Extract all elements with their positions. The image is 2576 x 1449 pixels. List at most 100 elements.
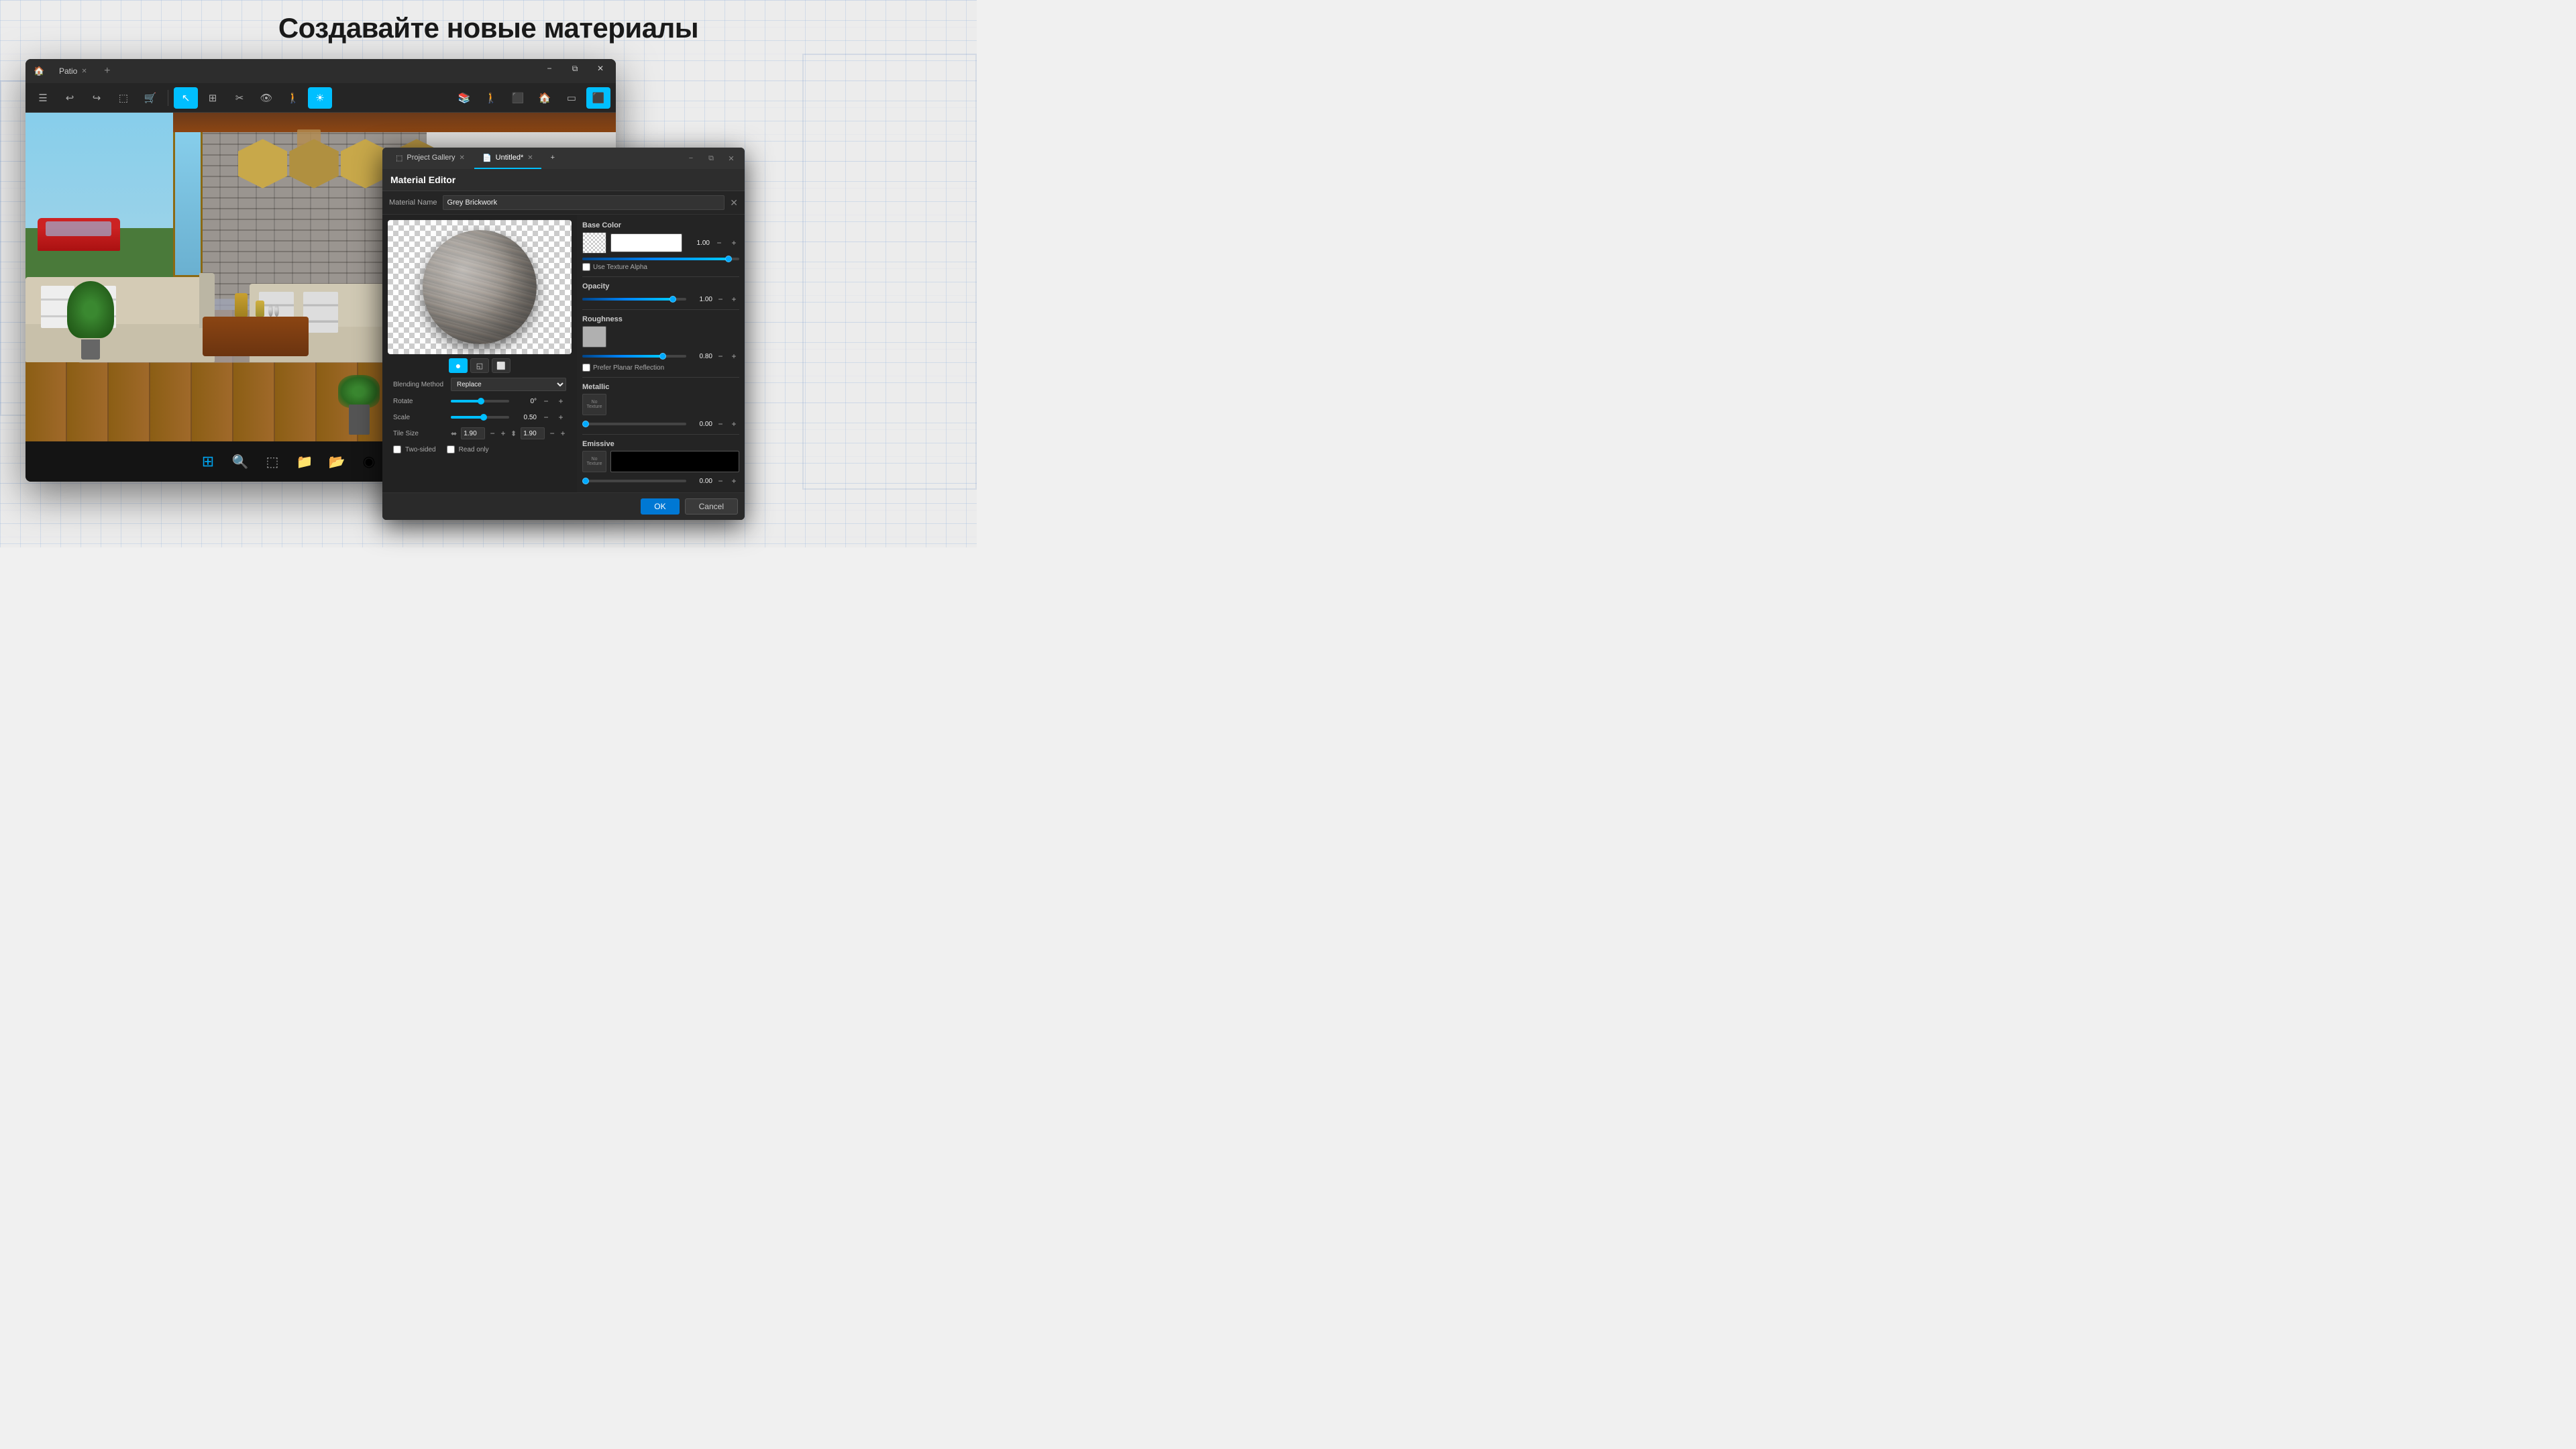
texture-preview [388, 220, 572, 354]
scissors-tool[interactable]: ✂ [227, 87, 252, 109]
yellow-folder-button[interactable]: 📂 [325, 449, 349, 474]
mannequin-button[interactable]: 🚶 [479, 87, 503, 109]
view-box-button[interactable]: ⬜ [492, 358, 511, 373]
planar-checkbox[interactable] [582, 364, 590, 372]
emissive-texture[interactable]: NoTexture [582, 451, 606, 472]
tab-new-button[interactable]: + [98, 62, 117, 80]
chrome-icon: ◉ [362, 453, 375, 470]
spheres [268, 305, 279, 317]
cancel-button[interactable]: Cancel [685, 498, 738, 515]
tab-project-gallery[interactable]: ⬚ Project Gallery ✕ [388, 148, 473, 169]
material-editor-panel: ⬚ Project Gallery ✕ 📄 Untitled* ✕ + − ⧉ … [382, 148, 745, 520]
opacity-plus[interactable]: + [729, 294, 739, 304]
blending-label: Blending Method [393, 381, 447, 388]
sun-tool[interactable]: ☀ [308, 87, 332, 109]
rotate-slider[interactable] [451, 400, 509, 402]
opacity-slider[interactable] [582, 298, 686, 301]
tile-x-minus[interactable]: − [489, 429, 496, 438]
base-minus[interactable]: − [714, 238, 724, 248]
roughness-plus[interactable]: + [729, 352, 739, 361]
base-color-slider[interactable] [582, 258, 739, 260]
untitled-tab-close[interactable]: ✕ [527, 154, 533, 162]
tab-close-icon[interactable]: ✕ [81, 68, 87, 75]
scale-plus[interactable]: + [555, 413, 566, 422]
opacity-minus[interactable]: − [715, 294, 726, 304]
file-explorer-button[interactable]: 📁 [292, 449, 317, 474]
emissive-value: 0.00 [689, 478, 712, 485]
search-button[interactable]: 🔍 [228, 449, 252, 474]
roughness-swatch[interactable] [582, 326, 606, 347]
task-view-button[interactable]: ⬚ [260, 449, 284, 474]
main-heading: Создавайте новые материалы [0, 12, 977, 44]
roughness-thumb [659, 353, 666, 360]
3d-box-button[interactable]: ⬛ [586, 87, 610, 109]
metallic-plus[interactable]: + [729, 419, 739, 429]
panel-minimize[interactable]: − [683, 150, 699, 166]
base-color-swatch[interactable] [610, 233, 682, 252]
windows-button[interactable]: ⊞ [196, 449, 220, 474]
tab-untitled[interactable]: 📄 Untitled* ✕ [474, 148, 541, 169]
undo-button[interactable]: ↩ [58, 87, 82, 109]
divider-1 [582, 276, 739, 277]
roughness-slider[interactable] [582, 355, 686, 358]
untitled-label: Untitled* [496, 154, 524, 162]
layout-icon: ⬛ [512, 92, 525, 104]
library-button[interactable]: 📚 [452, 87, 476, 109]
emissive-slider[interactable] [582, 480, 686, 482]
layout-button[interactable]: ⬛ [506, 87, 530, 109]
blending-row: Blending Method Replace [388, 376, 572, 393]
tile-x-plus[interactable]: + [500, 429, 506, 438]
metallic-value: 0.00 [689, 421, 712, 428]
rotate-minus[interactable]: − [541, 396, 551, 406]
delete-button[interactable]: ⬚ [111, 87, 136, 109]
group-tool[interactable]: ⊞ [201, 87, 225, 109]
3d-front-button[interactable]: ▭ [559, 87, 584, 109]
emissive-color-swatch[interactable] [610, 451, 739, 472]
scale-slider[interactable] [451, 416, 509, 419]
two-sided-row: Two-sided Read only [388, 441, 572, 458]
blending-dropdown[interactable]: Replace [451, 378, 566, 391]
tile-size-y-input[interactable] [521, 427, 545, 439]
gallery-tab-close[interactable]: ✕ [460, 154, 465, 162]
two-sided-checkbox[interactable] [393, 445, 401, 453]
opacity-title: Opacity [582, 281, 739, 293]
panel-restore[interactable]: ⧉ [703, 150, 719, 166]
view-flat-button[interactable]: ◱ [470, 358, 489, 373]
scale-minus[interactable]: − [541, 413, 551, 422]
ok-button[interactable]: OK [641, 498, 679, 515]
cart-button[interactable]: 🛒 [138, 87, 162, 109]
menu-button[interactable]: ☰ [31, 87, 55, 109]
emissive-minus[interactable]: − [715, 476, 726, 486]
tile-size-x-input[interactable] [461, 427, 485, 439]
metallic-minus[interactable]: − [715, 419, 726, 429]
yellow-folder-icon: 📂 [329, 453, 345, 470]
mat-name-close-icon[interactable]: ✕ [730, 197, 738, 209]
close-button[interactable]: ✕ [585, 59, 616, 80]
mat-name-input[interactable] [443, 195, 725, 210]
select-tool[interactable]: ↖ [174, 87, 198, 109]
palm-plant [67, 281, 114, 359]
base-plus[interactable]: + [729, 238, 739, 248]
emissive-plus[interactable]: + [729, 476, 739, 486]
use-alpha-checkbox[interactable] [582, 263, 590, 271]
rotate-plus[interactable]: + [555, 396, 566, 406]
eye-tool[interactable]: 👁 [254, 87, 278, 109]
house-button[interactable]: 🏠 [533, 87, 557, 109]
roughness-minus[interactable]: − [715, 352, 726, 361]
walk-tool[interactable]: 🚶 [281, 87, 305, 109]
metallic-texture[interactable]: NoTexture [582, 394, 606, 415]
tab-patio[interactable]: Patio ✕ [51, 59, 95, 83]
divider-4 [582, 434, 739, 435]
tile-y-plus[interactable]: + [559, 429, 566, 438]
redo-button[interactable]: ↪ [85, 87, 109, 109]
metallic-slider[interactable] [582, 423, 686, 425]
base-color-texture-swatch[interactable] [582, 232, 606, 254]
panel-close[interactable]: ✕ [723, 150, 739, 166]
scissors-icon: ✂ [235, 92, 244, 104]
view-sphere-button[interactable]: ● [449, 358, 468, 373]
tile-y-minus[interactable]: − [549, 429, 555, 438]
read-only-checkbox[interactable] [447, 445, 455, 453]
chrome-button[interactable]: ◉ [357, 449, 381, 474]
tab-new-panel[interactable]: + [543, 148, 563, 169]
tile-size-label: Tile Size [393, 430, 447, 437]
